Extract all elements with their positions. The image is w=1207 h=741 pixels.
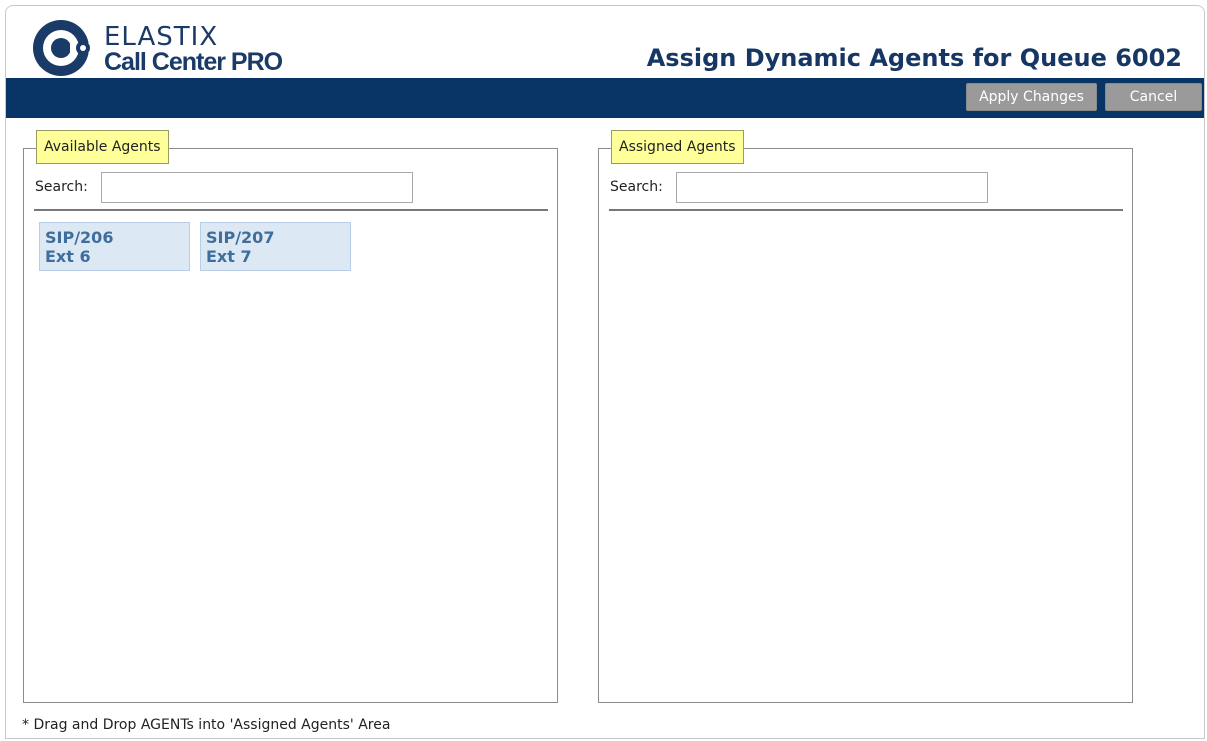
available-search-input[interactable] <box>101 172 413 203</box>
available-agents-legend: Available Agents <box>36 130 169 164</box>
available-divider <box>34 209 548 211</box>
assigned-agents-panel[interactable]: Assigned Agents Search: <box>598 130 1133 703</box>
assigned-search-input[interactable] <box>676 172 988 203</box>
agent-extension: Ext 6 <box>45 247 91 266</box>
agent-channel: SIP/207 <box>206 228 275 247</box>
logo-mark-icon <box>33 20 94 76</box>
app-window: ELASTIX Call Center PRO Assign Dynamic A… <box>5 5 1205 739</box>
agent-card[interactable]: SIP/206 Ext 6 <box>39 222 190 271</box>
elastix-logo: ELASTIX Call Center PRO <box>30 18 290 78</box>
assigned-search-label: Search: <box>610 179 663 195</box>
available-agents-panel[interactable]: Available Agents Search: SIP/206 Ext 6 S… <box>23 130 558 703</box>
toolbar: Apply Changes Cancel <box>6 78 1204 118</box>
available-search-label: Search: <box>35 179 88 195</box>
cancel-button[interactable]: Cancel <box>1105 83 1202 111</box>
page-title: Assign Dynamic Agents for Queue 6002 <box>646 44 1182 72</box>
assigned-agents-legend: Assigned Agents <box>611 130 744 164</box>
assigned-divider <box>609 209 1123 211</box>
apply-changes-button[interactable]: Apply Changes <box>966 83 1097 111</box>
drag-drop-hint: * Drag and Drop AGENTs into 'Assigned Ag… <box>22 717 391 733</box>
agent-channel: SIP/206 <box>45 228 114 247</box>
logo-callcenter-text: Call Center PRO <box>104 48 283 76</box>
agent-extension: Ext 7 <box>206 247 252 266</box>
logo-elastix-text: ELASTIX <box>104 22 219 52</box>
agent-card[interactable]: SIP/207 Ext 7 <box>200 222 351 271</box>
